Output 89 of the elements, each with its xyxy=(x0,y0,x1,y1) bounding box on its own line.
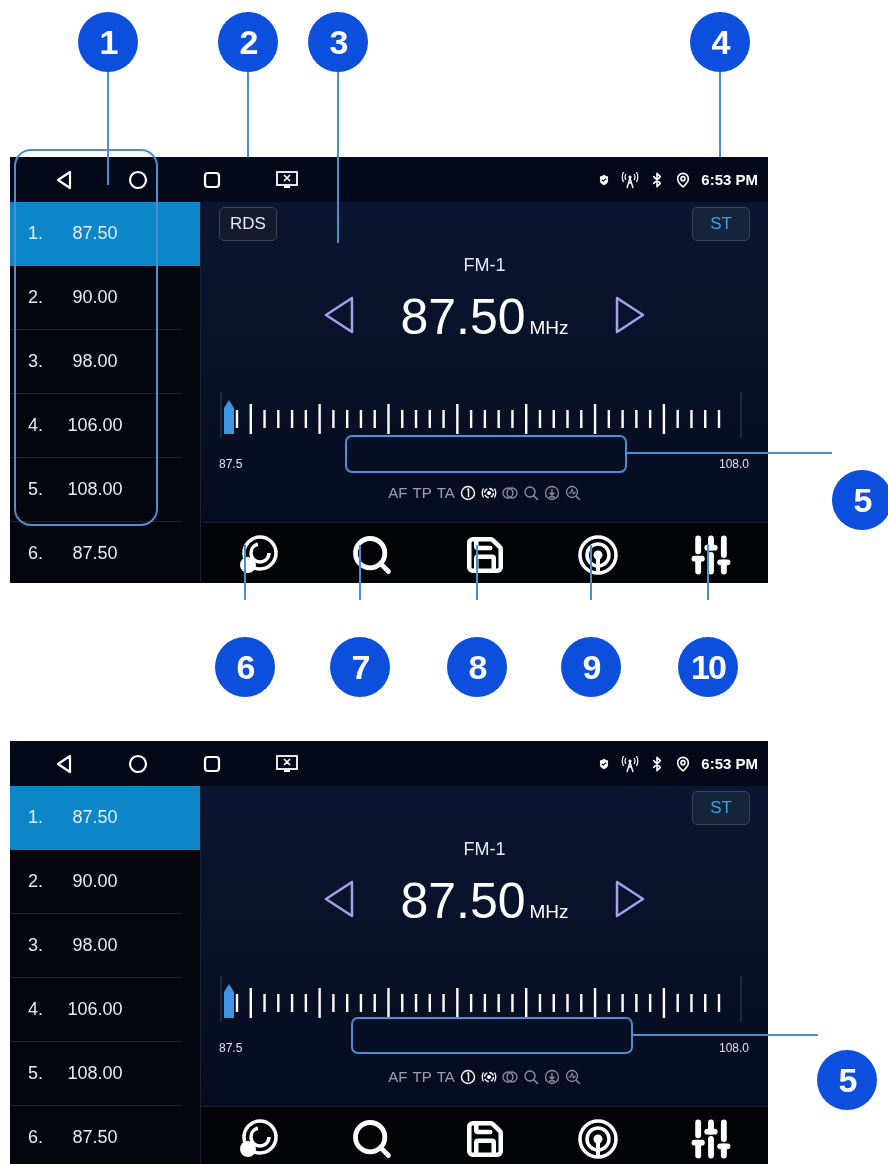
preset-item[interactable]: 6. 87.50 xyxy=(10,1106,182,1164)
preset-number: 2. xyxy=(27,287,44,308)
callout-number: 4 xyxy=(690,12,750,72)
preset-number: 1. xyxy=(27,807,44,828)
rds-indicator: TA xyxy=(436,1068,455,1085)
callout-number: 10 xyxy=(678,637,738,697)
preset-item[interactable]: 5. 108.00 xyxy=(10,458,182,522)
preset-number: 3. xyxy=(27,935,44,956)
home-icon[interactable] xyxy=(128,169,148,190)
rds-indicator: AF xyxy=(388,484,408,501)
leader-line xyxy=(359,544,361,601)
preset-item[interactable]: 4. 106.00 xyxy=(10,394,182,458)
broadcast-icon xyxy=(576,1117,619,1160)
scale-min-label: 87.5 xyxy=(219,457,243,471)
frequency-display: 87.50 xyxy=(400,288,526,346)
scale-min-label: 87.5 xyxy=(219,1041,243,1055)
back-icon[interactable] xyxy=(55,753,73,774)
preset-frequency: 106.00 xyxy=(66,999,124,1020)
screen-off-icon[interactable] xyxy=(276,754,298,773)
preset-number: 2. xyxy=(27,871,44,892)
rds-indicator: TP xyxy=(412,1068,432,1085)
preset-number: 4. xyxy=(27,415,44,436)
antenna-icon xyxy=(621,170,640,189)
preset-frequency: 98.00 xyxy=(71,935,119,956)
preset-item[interactable]: 6. 87.50 xyxy=(10,522,182,583)
rds-indicator: AF xyxy=(388,1068,408,1085)
preset-item[interactable]: 2. 90.00 xyxy=(10,850,182,914)
screen-off-icon[interactable] xyxy=(276,170,298,189)
recent-apps-icon[interactable] xyxy=(203,754,221,773)
preset-item[interactable]: 4. 106.00 xyxy=(10,978,182,1042)
preset-item[interactable]: 3. 98.00 xyxy=(10,330,182,394)
callout-number: 7 xyxy=(330,637,390,697)
preset-frequency: 108.00 xyxy=(66,1063,124,1084)
frequency-unit: MHz xyxy=(529,317,569,339)
tuner-marker[interactable] xyxy=(224,984,234,1018)
clock-time: 6:53 PM xyxy=(701,755,758,772)
preset-frequency: 87.50 xyxy=(71,807,119,828)
frequency-unit: MHz xyxy=(529,901,569,923)
frequency-display: 87.50 xyxy=(400,872,526,930)
stereo-button[interactable]: ST xyxy=(692,207,750,241)
rds-indicator: TP xyxy=(412,484,432,501)
preset-frequency: 87.50 xyxy=(71,1127,119,1148)
leader-line xyxy=(590,544,592,601)
preset-frequency: 87.50 xyxy=(71,223,119,244)
preset-number: 1. xyxy=(27,223,44,244)
band-label: FM-1 xyxy=(463,255,506,276)
scale-max-label: 108.0 xyxy=(718,1041,749,1055)
leader-line xyxy=(244,544,246,601)
preset-frequency: 98.00 xyxy=(71,351,119,372)
callout-number: 3 xyxy=(308,12,368,72)
preset-number: 6. xyxy=(27,1127,44,1148)
callout-number: 5 xyxy=(817,1050,877,1110)
callout-number: 2 xyxy=(218,12,278,72)
preset-item[interactable]: 5. 108.00 xyxy=(10,1042,182,1106)
recent-apps-icon[interactable] xyxy=(203,170,221,189)
callout-number: 9 xyxy=(561,637,621,697)
preset-item[interactable]: 2. 90.00 xyxy=(10,266,182,330)
preset-frequency: 108.00 xyxy=(66,479,124,500)
preset-number: 3. xyxy=(27,351,44,372)
band-label: FM-1 xyxy=(463,839,506,860)
back-icon[interactable] xyxy=(55,169,73,190)
preset-number: 5. xyxy=(27,479,44,500)
preset-frequency: 87.50 xyxy=(71,543,119,564)
preset-frequency: 90.00 xyxy=(71,871,119,892)
scale-max-label: 108.0 xyxy=(718,457,749,471)
location-icon xyxy=(675,171,692,188)
broadcast-icon xyxy=(576,533,619,576)
rds-button[interactable]: RDS xyxy=(219,207,277,241)
callout-number: 8 xyxy=(447,637,507,697)
shield-icon xyxy=(597,756,612,771)
preset-number: 4. xyxy=(27,999,44,1020)
preset-frequency: 90.00 xyxy=(71,287,119,308)
callout-number: 6 xyxy=(215,637,275,697)
leader-line xyxy=(476,544,478,601)
leader-line xyxy=(707,544,709,601)
preset-number: 6. xyxy=(27,543,44,564)
preset-frequency: 106.00 xyxy=(66,415,124,436)
preset-number: 5. xyxy=(27,1063,44,1084)
home-icon[interactable] xyxy=(128,753,148,774)
clock-time: 6:53 PM xyxy=(701,171,758,188)
rds-indicator: TA xyxy=(436,484,455,501)
callout-number: 5 xyxy=(832,470,888,530)
antenna-icon xyxy=(621,754,640,773)
stereo-button[interactable]: ST xyxy=(692,791,750,825)
callout-number: 1 xyxy=(78,12,138,72)
shield-icon xyxy=(597,172,612,187)
tuner-marker[interactable] xyxy=(224,400,234,434)
preset-item[interactable]: 3. 98.00 xyxy=(10,914,182,978)
location-icon xyxy=(675,755,692,772)
